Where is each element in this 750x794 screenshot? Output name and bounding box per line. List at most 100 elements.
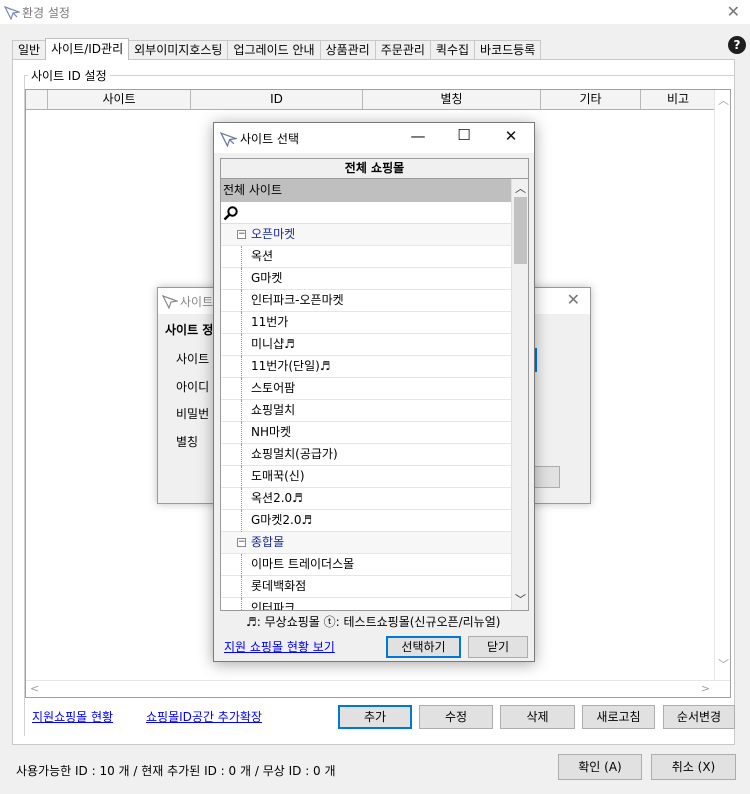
list-item[interactable]: 인터파크-오픈마켓 <box>221 290 512 312</box>
mall-legend: ♬: 무상쇼핑몰 ⓣ: 테스트쇼핑몰(신규오픈/리뉴얼) <box>246 615 501 629</box>
list-item[interactable]: 이마트 트레이더스몰 <box>221 554 512 576</box>
list-item-label: 인터파크 <box>251 601 296 611</box>
grid-col-etc[interactable]: 기타 <box>541 90 641 109</box>
list-item-label: 인터파크-오픈마켓 <box>251 293 344 307</box>
list-item[interactable]: 롯데백화점 <box>221 576 512 598</box>
tab-orders[interactable]: 주문관리 <box>374 40 431 60</box>
site-search-row[interactable] <box>221 202 512 224</box>
category-label: 종합몰 <box>251 535 285 549</box>
list-item-label: 쇼핑멀치(공급가) <box>251 447 338 461</box>
list-item-label: G마켓 <box>251 271 283 285</box>
grid-horizontal-scrollbar[interactable]: < > <box>26 680 730 697</box>
ok-button[interactable]: 확인 (A) <box>558 754 642 780</box>
list-item[interactable]: 미니샵♬ <box>221 334 512 356</box>
list-item-label: 쇼핑멀치 <box>251 403 296 417</box>
grid-col-id[interactable]: ID <box>191 90 363 109</box>
grid-col-select[interactable] <box>26 90 48 109</box>
list-item[interactable]: 쇼핑멀치(공급가) <box>221 444 512 466</box>
site-combo-edge[interactable] <box>535 348 537 372</box>
list-item-label: 옥션 <box>251 249 274 263</box>
site-info-close-icon[interactable]: ✕ <box>567 290 580 309</box>
search-icon[interactable] <box>223 205 239 221</box>
scroll-down-icon[interactable]: ﹀ <box>718 656 729 672</box>
list-item-label: G마켓2.0♬ <box>251 513 313 527</box>
list-item[interactable]: 도매꾹(신) <box>221 466 512 488</box>
group-label: 사이트 ID 설정 <box>28 67 110 84</box>
supported-malls-status-link[interactable]: 지원 쇼핑몰 현황 보기 <box>224 638 335 655</box>
grid-col-note[interactable]: 비고 <box>641 90 716 109</box>
grid-vertical-scrollbar[interactable]: ︿ ﹀ <box>714 90 730 680</box>
scroll-up-icon[interactable]: ︿ <box>515 180 526 196</box>
list-item-label: 도매꾹(신) <box>251 469 305 483</box>
tab-strip: 일반 사이트/ID관리 외부이미지호스팅 업그레이드 안내 상품관리 주문관리 … <box>12 38 542 60</box>
minimize-icon[interactable]: — <box>408 127 428 145</box>
list-item[interactable]: 11번가 <box>221 312 512 334</box>
tab-barcode[interactable]: 바코드등록 <box>474 40 542 60</box>
list-item[interactable]: G마켓 <box>221 268 512 290</box>
tab-image-hosting[interactable]: 외부이미지호스팅 <box>128 40 229 60</box>
grid-col-alias[interactable]: 별칭 <box>363 90 541 109</box>
list-item[interactable]: NH마켓 <box>221 422 512 444</box>
window-title: 환경 설정 <box>22 6 70 20</box>
grid-col-site[interactable]: 사이트 <box>48 90 191 109</box>
delete-button[interactable]: 삭제 <box>500 705 575 729</box>
tree-category[interactable]: − 오픈마켓 <box>221 224 512 246</box>
refresh-button[interactable]: 새로고침 <box>582 705 655 729</box>
list-item[interactable]: 옥션 <box>221 246 512 268</box>
list-item[interactable]: 스토어팜 <box>221 378 512 400</box>
tab-products[interactable]: 상품관리 <box>319 40 376 60</box>
tab-site-id[interactable]: 사이트/ID관리 <box>45 38 130 60</box>
scroll-up-icon[interactable]: ︿ <box>718 92 729 108</box>
site-select-titlebar: 사이트 선택 — ☐ ✕ <box>214 123 534 153</box>
cancel-button[interactable]: 취소 (X) <box>651 754 736 780</box>
site-info-dialog-title: 사이트 <box>180 295 214 309</box>
list-item-label: 11번가 <box>251 315 289 329</box>
title-bar: 환경 설정 ✕ <box>0 0 750 24</box>
tab-quick-collect[interactable]: 퀵수집 <box>429 40 476 60</box>
scroll-right-icon[interactable]: > <box>701 682 710 695</box>
list-item-label: 이마트 트레이더스몰 <box>251 557 355 571</box>
scroll-left-icon[interactable]: < <box>30 682 39 695</box>
status-text: 사용가능한 ID : 10 개 / 현재 추가된 ID : 0 개 / 무상 I… <box>16 764 336 778</box>
site-select-dialog: 사이트 선택 — ☐ ✕ 전체 쇼핑몰 전체 사이트 − 오픈마켓 옥션 G마켓 … <box>213 122 535 662</box>
list-item[interactable]: 옥션2.0♬ <box>221 488 512 510</box>
scroll-thumb[interactable] <box>514 197 527 264</box>
list-item[interactable]: G마켓2.0♬ <box>221 510 512 532</box>
maximize-icon[interactable]: ☐ <box>454 126 474 144</box>
site-label: 사이트 <box>176 352 210 366</box>
app-logo-icon <box>4 6 20 20</box>
site-info-section-label: 사이트 정 <box>165 323 214 337</box>
collapse-icon[interactable]: − <box>237 230 246 239</box>
grid-header: 사이트 ID 별칭 기타 비고 <box>26 90 716 110</box>
window-close-icon[interactable]: ✕ <box>727 2 740 21</box>
list-item[interactable]: 11번가(단일)♬ <box>221 356 512 378</box>
collapse-icon[interactable]: − <box>237 538 246 547</box>
close-button[interactable]: 닫기 <box>468 636 528 658</box>
site-list-header: 전체 사이트 <box>221 179 512 202</box>
list-item-label: 롯데백화점 <box>251 579 307 593</box>
reorder-button[interactable]: 순서변경 <box>663 705 735 729</box>
add-button[interactable]: 추가 <box>338 705 412 729</box>
edit-button[interactable]: 수정 <box>419 705 493 729</box>
list-item-label: 스토어팜 <box>251 381 296 395</box>
list-item-label: NH마켓 <box>251 425 292 439</box>
site-tree-list[interactable]: 전체 사이트 − 오픈마켓 옥션 G마켓 인터파크-오픈마켓 11번가 미니샵♬ … <box>220 179 529 611</box>
password-label: 비밀번 <box>176 407 210 421</box>
tab-general[interactable]: 일반 <box>12 40 47 60</box>
app-logo-icon <box>162 295 178 309</box>
scroll-down-icon[interactable]: ﹀ <box>515 591 526 607</box>
list-item-label: 미니샵♬ <box>251 337 295 351</box>
tab-upgrade[interactable]: 업그레이드 안내 <box>227 40 321 60</box>
dialog-button-edge[interactable] <box>532 466 560 488</box>
list-item[interactable]: 인터파크 <box>221 598 512 611</box>
expand-id-space-link[interactable]: 쇼핑몰ID공간 추가확장 <box>146 708 262 725</box>
list-item-label: 옥션2.0♬ <box>251 491 303 505</box>
supported-malls-link[interactable]: 지원쇼핑몰 현황 <box>32 708 113 725</box>
close-icon[interactable]: ✕ <box>501 127 521 145</box>
select-button[interactable]: 선택하기 <box>386 636 461 658</box>
tree-category[interactable]: − 종합몰 <box>221 532 512 554</box>
site-list-scrollbar[interactable]: ︿ ﹀ <box>511 179 528 610</box>
help-icon[interactable]: ? <box>728 36 746 54</box>
userid-label: 아이디 <box>176 380 210 394</box>
list-item[interactable]: 쇼핑멀치 <box>221 400 512 422</box>
